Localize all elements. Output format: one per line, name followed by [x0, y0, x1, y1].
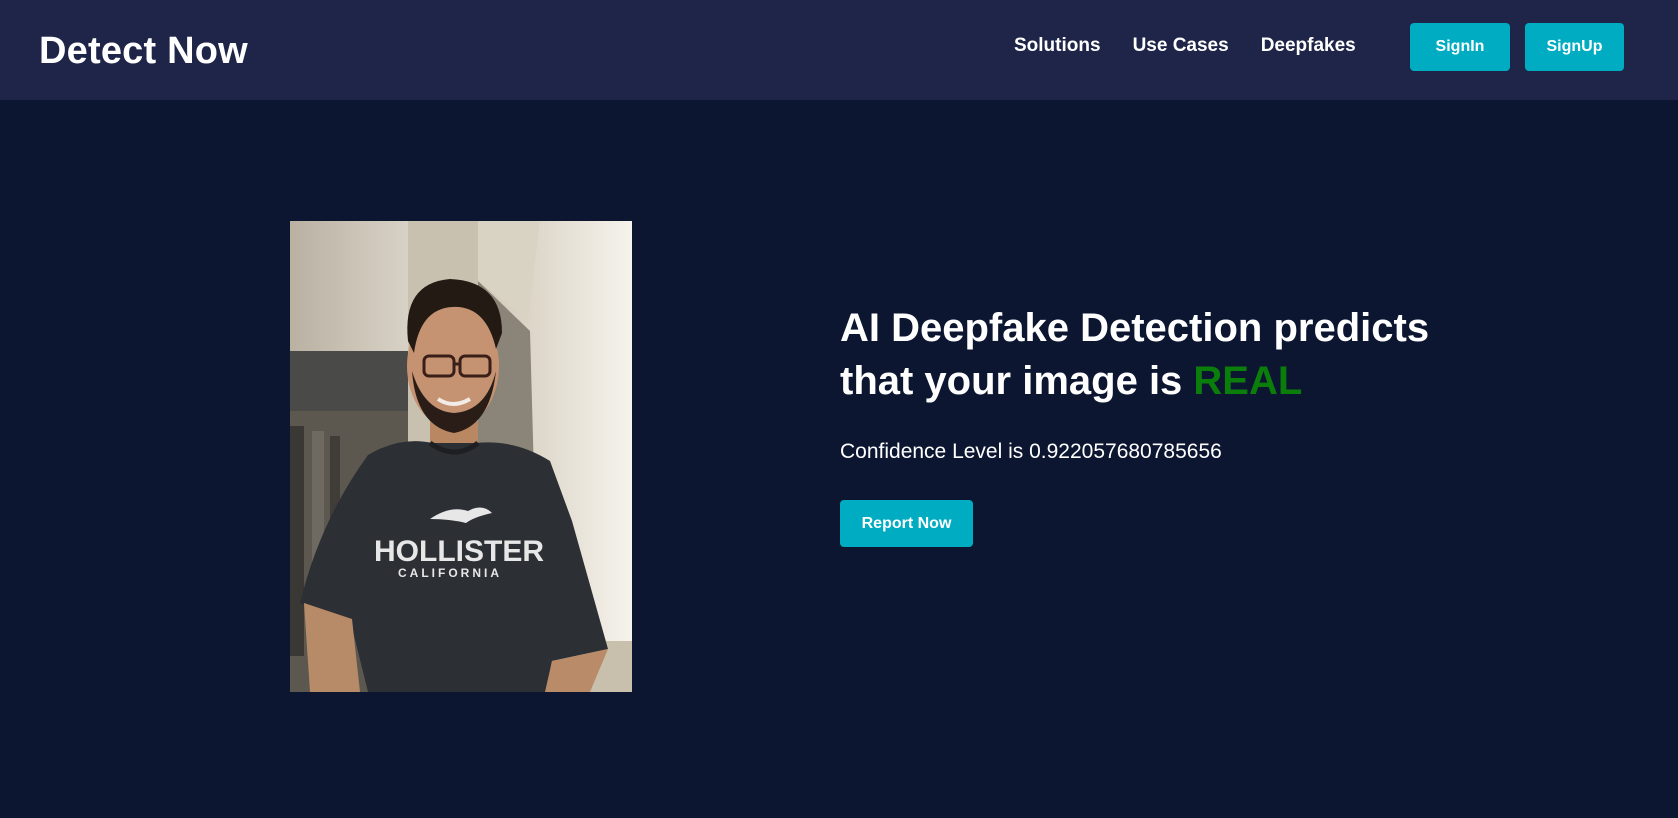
brand-logo[interactable]: Detect Now [39, 30, 248, 73]
top-navbar: Detect Now Solutions Use Cases Deepfakes… [0, 0, 1678, 100]
nav-links: Solutions Use Cases Deepfakes [1014, 35, 1388, 57]
shirt-brand-text: HOLLISTER [374, 535, 544, 568]
nav-use-cases-link[interactable]: Use Cases [1133, 35, 1229, 57]
nav-solutions-link[interactable]: Solutions [1014, 35, 1101, 57]
headline-line-2: that your image is [840, 359, 1194, 403]
nav-deepfakes-link[interactable]: Deepfakes [1261, 35, 1356, 57]
signup-button[interactable]: SignUp [1525, 23, 1624, 71]
report-now-button[interactable]: Report Now [840, 500, 973, 547]
uploaded-image: HOLLISTER CALIFORNIA [290, 221, 632, 692]
headline-line-1: AI Deepfake Detection predicts [840, 306, 1430, 350]
shirt-subtext: CALIFORNIA [398, 566, 502, 580]
prediction-headline: AI Deepfake Detection predicts that your… [840, 302, 1540, 408]
verdict-label: REAL [1193, 359, 1303, 403]
signin-button[interactable]: SignIn [1410, 23, 1510, 71]
uploaded-photo-illustration: HOLLISTER CALIFORNIA [290, 221, 632, 692]
prediction-result: AI Deepfake Detection predicts that your… [840, 302, 1540, 547]
confidence-level-text: Confidence Level is 0.922057680785656 [840, 440, 1222, 463]
